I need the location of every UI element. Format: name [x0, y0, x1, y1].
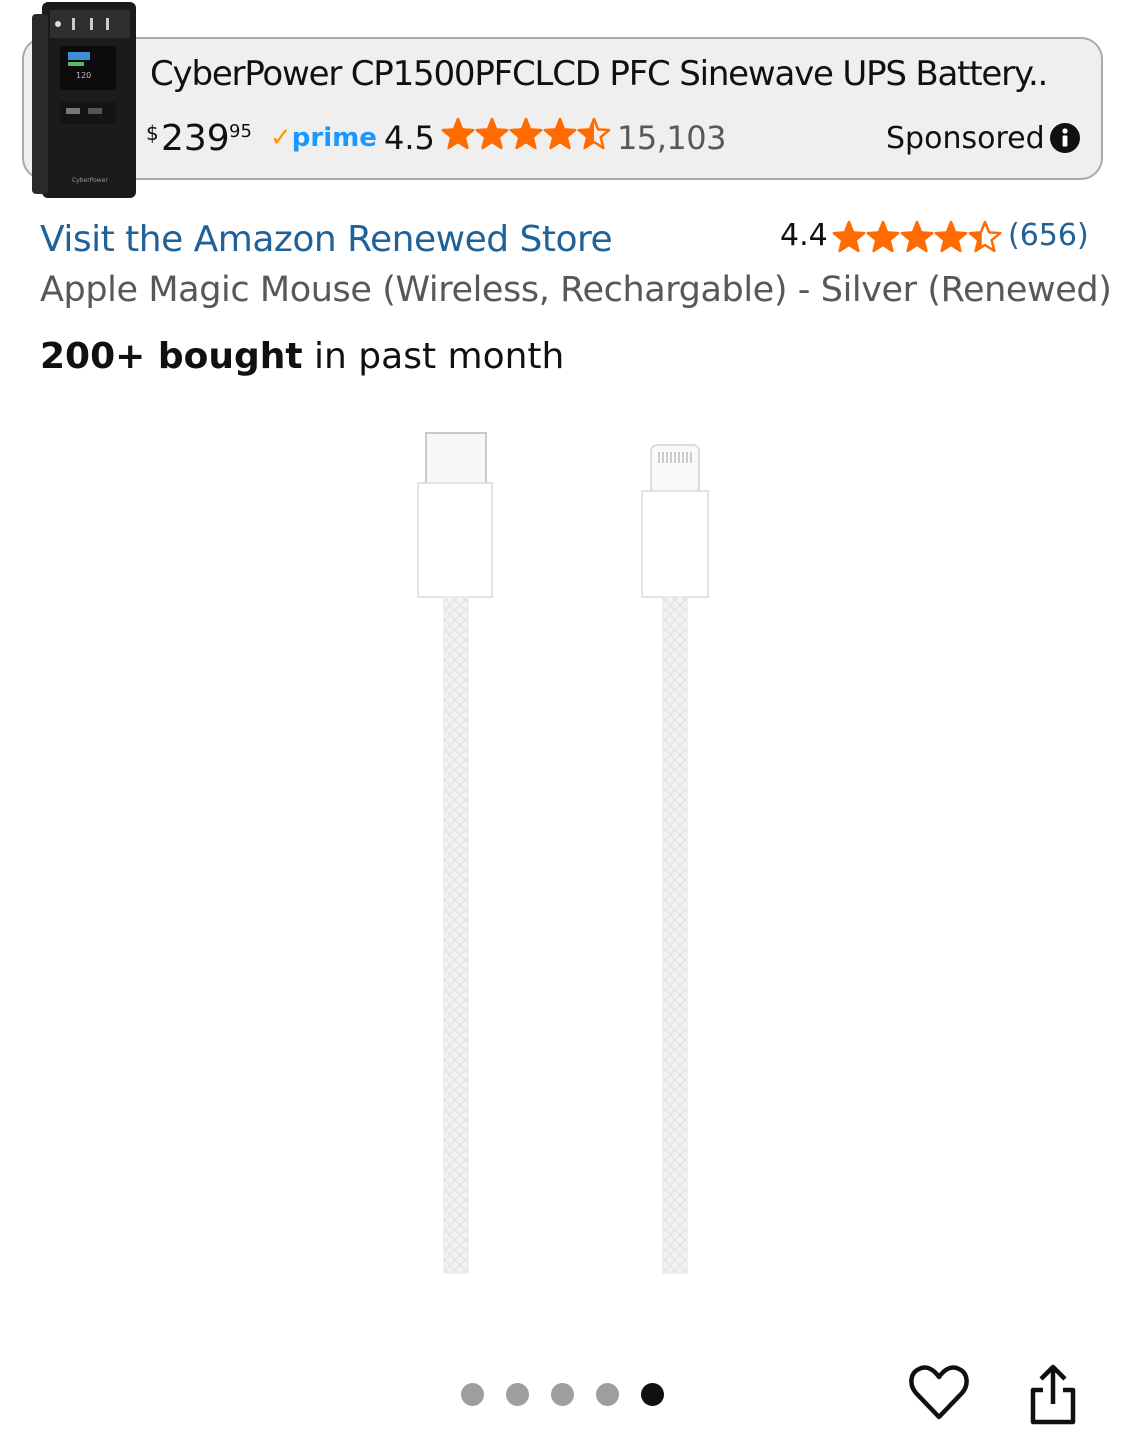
info-icon[interactable] — [1049, 122, 1081, 154]
star-fill — [901, 222, 933, 251]
star-fill — [476, 119, 508, 148]
store-link[interactable]: Visit the Amazon Renewed Store — [40, 219, 613, 260]
star-fill — [442, 119, 474, 148]
bought-count: 200+ bought — [40, 336, 303, 377]
prime-label: prime — [291, 123, 377, 153]
share-icon[interactable] — [1025, 1362, 1081, 1426]
star-fill — [833, 222, 865, 251]
bought-in-past-month: 200+ bought in past month — [40, 336, 564, 377]
product-title: Apple Magic Mouse (Wireless, Rechargable… — [40, 270, 1112, 310]
price-fraction: 95 — [229, 121, 252, 142]
ad-star-rating — [441, 117, 611, 150]
ad-review-count: 15,103 — [617, 119, 726, 157]
star-fill — [510, 119, 542, 148]
carousel-dot[interactable] — [461, 1383, 484, 1406]
ad-title[interactable]: CyberPower CP1500PFCLCD PFC Sinewave UPS… — [150, 54, 1050, 94]
star-fill — [935, 222, 967, 251]
prime-badge: ✓prime — [270, 123, 377, 153]
sponsored-label: Sponsored — [886, 121, 1045, 156]
ad-rating: 4.5 — [384, 119, 435, 157]
carousel-dot[interactable] — [551, 1383, 574, 1406]
product-rating[interactable]: 4.4 — [780, 218, 828, 253]
ups-battery-image[interactable]: 120 CyberPower — [32, 2, 138, 198]
svg-text:CyberPower: CyberPower — [72, 177, 108, 184]
heart-icon[interactable] — [908, 1362, 970, 1424]
prime-check-icon: ✓ — [270, 123, 292, 153]
carousel-dot[interactable] — [641, 1383, 664, 1406]
cable-product-image[interactable] — [400, 425, 730, 1275]
price-whole: 239 — [161, 118, 230, 159]
carousel-dot[interactable] — [506, 1383, 529, 1406]
svg-text:120: 120 — [76, 71, 91, 80]
star-fill — [544, 119, 576, 148]
star-fill — [867, 222, 899, 251]
price-currency: $ — [146, 121, 159, 145]
bought-period: in past month — [302, 336, 565, 377]
ad-info-row: $ 239 95 ✓prime 4.5 15,103 Sponsored — [146, 117, 1086, 161]
product-star-rating[interactable] — [832, 220, 1004, 256]
product-review-count[interactable]: (656) — [1008, 218, 1089, 253]
image-carousel-dots — [461, 1383, 671, 1407]
carousel-dot[interactable] — [596, 1383, 619, 1406]
